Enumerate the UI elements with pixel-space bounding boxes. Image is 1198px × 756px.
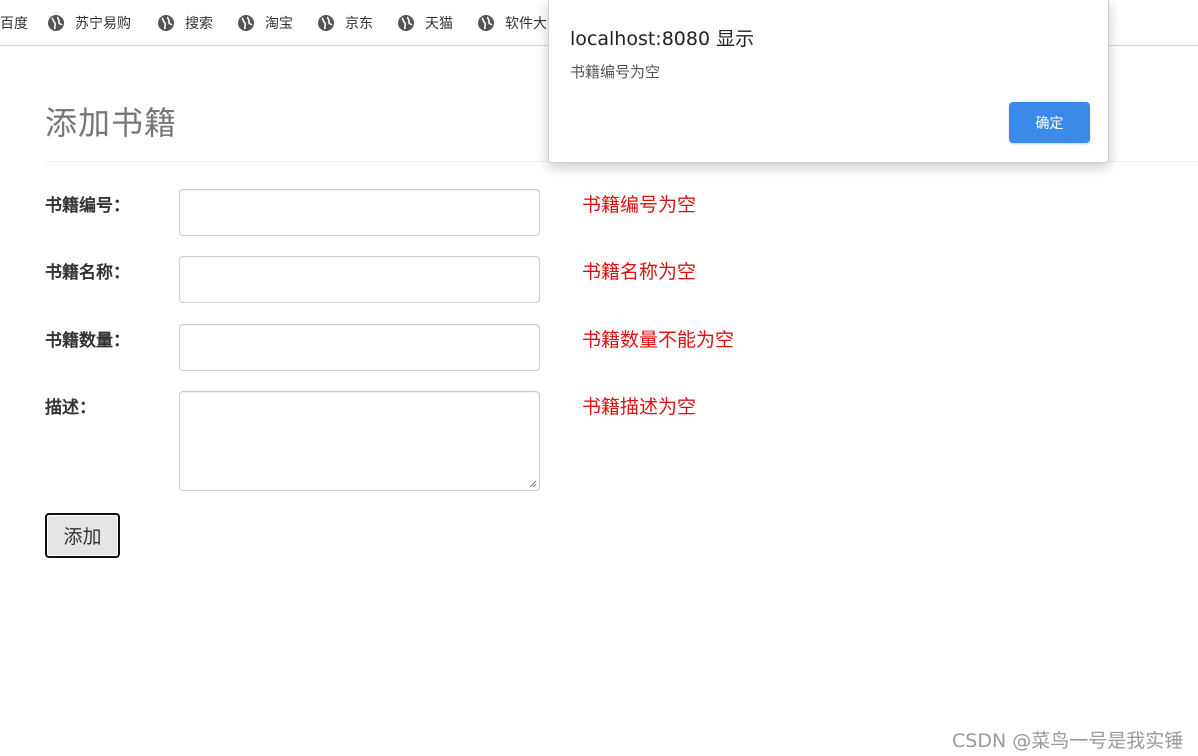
bookmark-label: 天猫 — [425, 16, 453, 32]
book-quantity-label: 书籍数量： — [45, 331, 130, 351]
globe-icon — [478, 15, 494, 31]
book-name-error: 书籍名称为空 — [582, 261, 697, 283]
bookmark-search[interactable]: 搜索 — [157, 12, 213, 34]
bookmark-label: 苏宁易购 — [75, 16, 131, 32]
bookmark-suning[interactable]: 苏宁易购 — [47, 12, 131, 34]
bookmark-label: 淘宝 — [265, 16, 293, 32]
globe-icon — [158, 15, 174, 31]
bookmark-label: 软件大 — [505, 16, 547, 32]
description-label: 描述： — [45, 398, 96, 418]
book-id-input[interactable] — [179, 189, 540, 236]
book-quantity-input[interactable] — [179, 324, 540, 371]
dialog-message: 书籍编号为空 — [570, 63, 661, 81]
resize-grip-icon[interactable] — [527, 478, 537, 488]
globe-icon — [48, 15, 64, 31]
bookmark-baidu[interactable]: 百度 — [0, 12, 28, 34]
book-id-error: 书籍编号为空 — [582, 194, 697, 216]
alert-dialog: localhost:8080 显示 书籍编号为空 确定 — [548, 0, 1109, 163]
bookmark-taobao[interactable]: 淘宝 — [237, 12, 293, 34]
bookmark-label: 搜索 — [185, 16, 213, 32]
description-error: 书籍描述为空 — [582, 396, 697, 418]
description-textarea[interactable] — [179, 391, 540, 491]
bookmark-label: 京东 — [345, 16, 373, 32]
bookmark-tmall[interactable]: 天猫 — [397, 12, 453, 34]
dialog-ok-button[interactable]: 确定 — [1009, 102, 1090, 143]
globe-icon — [398, 15, 414, 31]
book-id-label: 书籍编号： — [45, 196, 130, 216]
dialog-title: localhost:8080 显示 — [570, 28, 755, 50]
bookmark-software[interactable]: 软件大 — [477, 12, 547, 34]
book-quantity-error: 书籍数量不能为空 — [582, 329, 735, 351]
bookmark-label: 百度 — [0, 16, 28, 32]
add-button[interactable]: 添加 — [45, 513, 120, 558]
globe-icon — [238, 15, 254, 31]
book-name-label: 书籍名称： — [45, 263, 130, 283]
bookmark-jd[interactable]: 京东 — [317, 12, 373, 34]
page-title: 添加书籍 — [45, 104, 178, 142]
watermark: CSDN @菜鸟一号是我实锤 — [952, 730, 1184, 752]
book-name-input[interactable] — [179, 256, 540, 303]
globe-icon — [318, 15, 334, 31]
